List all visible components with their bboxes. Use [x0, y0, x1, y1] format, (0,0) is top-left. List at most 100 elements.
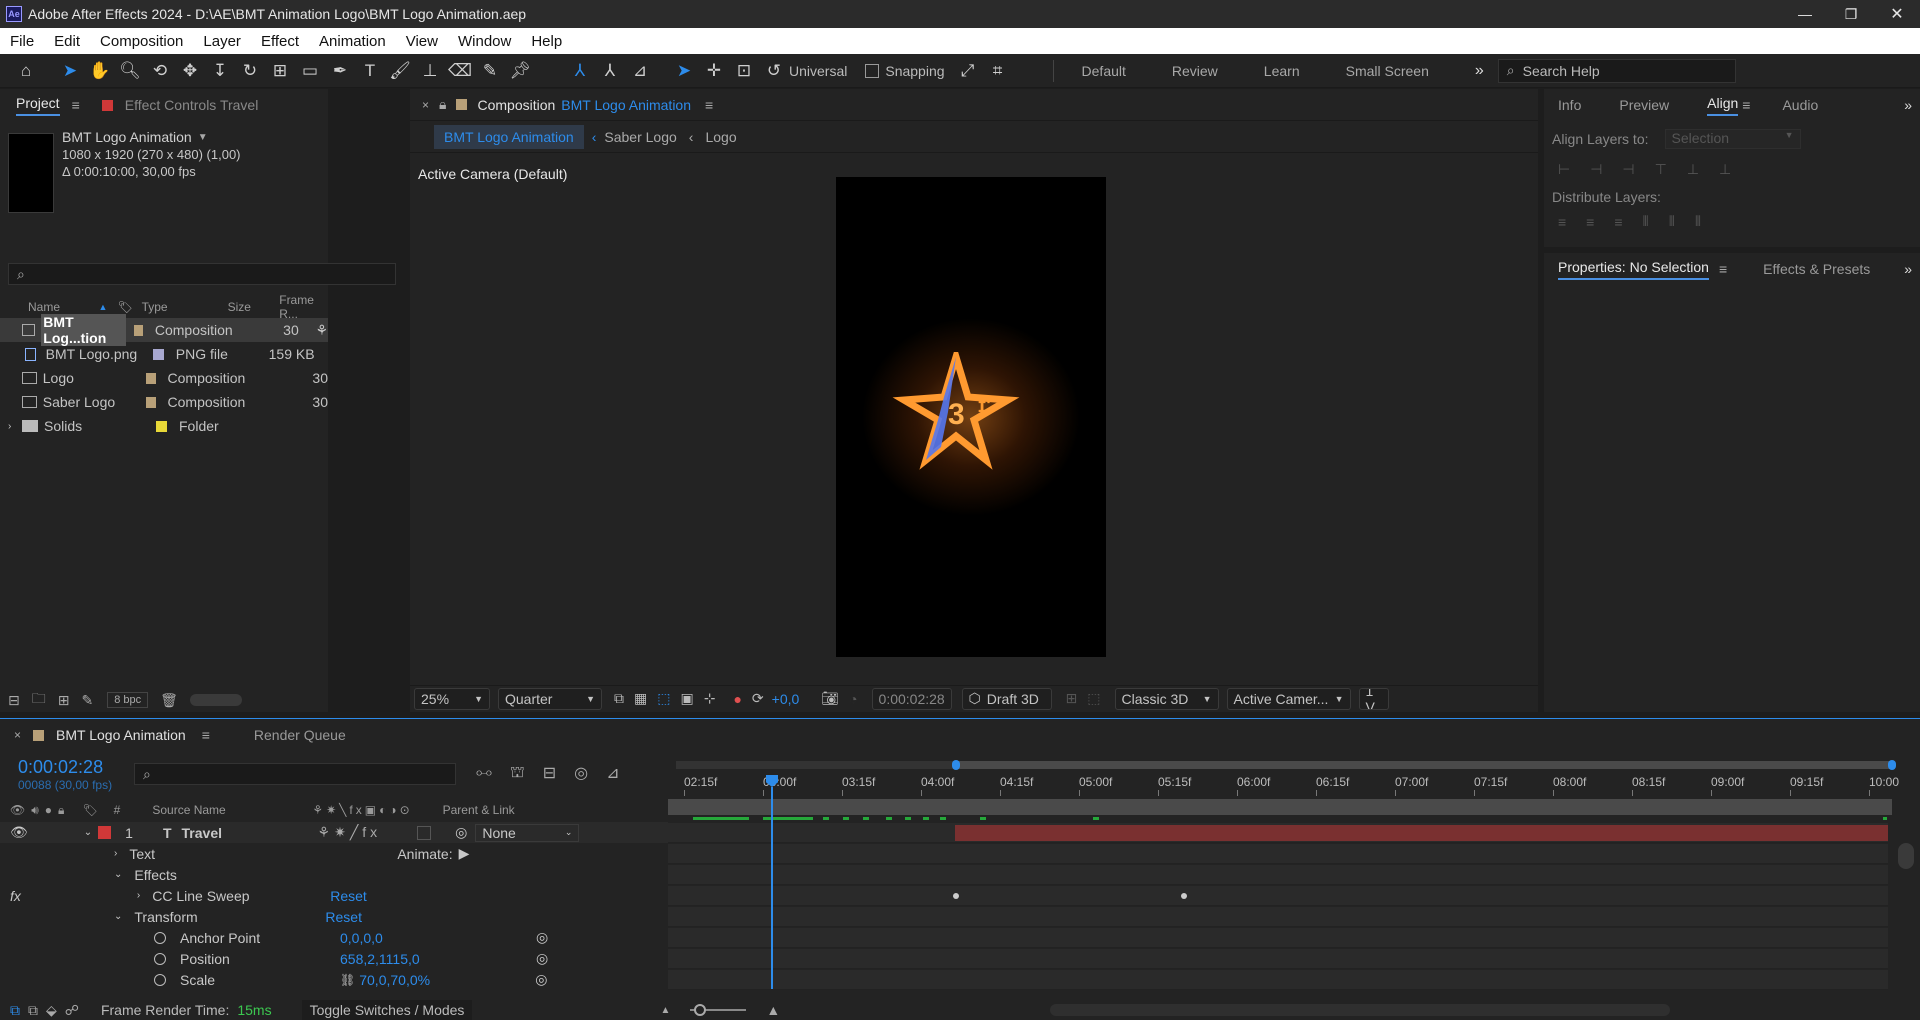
breadcrumb-bmt-logo-animation[interactable]: BMT Logo Animation [434, 124, 584, 149]
layer-button-icon[interactable]: ⧉ [28, 1002, 38, 1019]
work-area-bar[interactable] [954, 761, 1892, 769]
tab-effect-controls[interactable]: Effect Controls Travel [125, 97, 259, 113]
project-scrollbar[interactable] [189, 694, 242, 706]
home-icon[interactable]: ⌂ [14, 59, 38, 83]
menu-view[interactable]: View [406, 33, 438, 50]
new-composition-icon[interactable]: ⊞ [58, 692, 70, 709]
fast-previews-icon[interactable]: ⧉ [614, 690, 624, 707]
keyframe[interactable] [1181, 893, 1187, 899]
3d-select-icon[interactable]: ➤ [672, 59, 696, 83]
zoom-in-icon[interactable]: ▲ [766, 1002, 780, 1018]
local-axis-icon[interactable]: ⅄ [568, 59, 592, 83]
dist-left-icon[interactable]: ⦀ [1643, 213, 1649, 230]
playhead[interactable] [766, 775, 778, 989]
zoom-tool-icon[interactable]: 🔍︎ [118, 59, 142, 83]
menu-edit[interactable]: Edit [54, 33, 80, 50]
interpret-footage-icon[interactable]: ⊟ [8, 692, 20, 709]
prop-chevron-icon[interactable]: ⌄ [114, 869, 122, 880]
ground-plane-icon[interactable]: ⊞ [1066, 690, 1078, 707]
tab-preview[interactable]: Preview [1619, 97, 1669, 113]
prop-text[interactable]: › Text Animate: ▶ [0, 843, 668, 864]
comp-flowchart-icon[interactable]: ⧟ [476, 764, 492, 782]
extended-viewer-icon[interactable]: ⬚ [1087, 690, 1100, 707]
roto-brush-tool-icon[interactable]: ✎ [478, 59, 502, 83]
col-source-name[interactable]: Source Name [152, 803, 312, 817]
reset-link[interactable]: Reset [325, 909, 362, 925]
3d-view-select[interactable]: Active Camer... ▼ [1226, 687, 1351, 710]
align-right-icon[interactable]: ⊣ [1622, 161, 1634, 178]
dist-top-icon[interactable]: ≡ [1558, 214, 1566, 230]
timeline-timecode[interactable]: 0:00:02:28 [18, 757, 112, 778]
magnification-select[interactable]: 25% ▼ [414, 687, 490, 710]
project-menu-icon[interactable]: ≡ [72, 97, 80, 113]
prop-value[interactable]: 0,0,0,0 [340, 930, 536, 946]
pickwhip-icon[interactable]: ◎ [455, 824, 467, 841]
region-of-interest-icon[interactable]: ▣ [680, 690, 693, 707]
rectangle-tool-icon[interactable]: ▭ [298, 59, 322, 83]
breadcrumb-saber-logo[interactable]: Saber Logo [604, 129, 676, 145]
new-folder-icon[interactable]: 🗀 [32, 688, 46, 712]
project-comp-name[interactable]: BMT Logo Animation [62, 129, 192, 146]
pan-tool-icon[interactable]: ✥ [178, 59, 202, 83]
menu-composition[interactable]: Composition [100, 33, 183, 50]
parent-select[interactable]: None ⌄ [475, 823, 580, 842]
pen-tool-icon[interactable]: ✒ [328, 59, 352, 83]
expand-chevron-icon[interactable]: › [8, 421, 22, 432]
expression-icon[interactable]: ◎ [536, 929, 548, 946]
dist-bottom-icon[interactable]: ≡ [1614, 214, 1622, 230]
tab-properties[interactable]: Properties: No Selection [1558, 259, 1709, 280]
navigator-handle-end[interactable] [1888, 760, 1896, 770]
mask-visibility-icon[interactable]: ⬚ [657, 690, 670, 707]
align-vcenter-icon[interactable]: ⊥ [1687, 161, 1699, 178]
stopwatch-icon[interactable] [154, 973, 166, 986]
graph-editor-icon[interactable]: ⊿ [606, 763, 619, 783]
view-layout-select[interactable]: 1 V [1358, 687, 1389, 710]
layer-expand-chevron-icon[interactable]: ⌄ [84, 827, 92, 838]
menu-layer[interactable]: Layer [203, 33, 241, 50]
bpc-badge[interactable]: 8 bpc [107, 692, 149, 708]
3d-rotate-icon[interactable]: ↺ [762, 59, 786, 83]
exposure-value[interactable]: +0,0 [772, 691, 800, 707]
expression-icon[interactable]: ◎ [535, 971, 547, 988]
fx-icon[interactable]: fx [10, 888, 21, 904]
render-queue-tab[interactable]: Render Queue [254, 727, 346, 743]
snapping-checkbox[interactable] [865, 63, 880, 78]
dist-right-icon[interactable]: ⦀ [1695, 213, 1701, 230]
tab-audio[interactable]: Audio [1782, 97, 1818, 113]
prop-value[interactable]: 658,2,1115,0 [340, 951, 536, 967]
view-axis-icon[interactable]: ⊿ [628, 59, 652, 83]
prop-position[interactable]: Position 658,2,1115,0 ◎ [0, 948, 668, 969]
col-size[interactable]: Size [228, 300, 280, 314]
comp-button-icon[interactable]: ⧉ [10, 1002, 20, 1019]
expression-icon[interactable]: ◎ [536, 950, 548, 967]
keyframe[interactable] [953, 893, 959, 899]
align-hcenter-icon[interactable]: ⊣ [1590, 161, 1602, 178]
comp-viewer-canvas[interactable]: 3 ɪ' [836, 177, 1106, 657]
horizontal-scrollbar[interactable] [1050, 1004, 1671, 1016]
project-item[interactable]: BMT Logo.png PNG file 159 KB [0, 342, 328, 366]
color-channels-icon[interactable]: ● [733, 691, 741, 707]
project-item[interactable]: BMT Log...tion Composition 30 ⚘ [0, 314, 328, 346]
type-tool-icon[interactable]: T [358, 59, 382, 83]
flowchart-icon[interactable]: ⚘ [315, 322, 328, 339]
comp-dropdown-icon[interactable]: ▼ [198, 129, 208, 146]
workspace-small-screen[interactable]: Small Screen [1346, 63, 1429, 79]
breadcrumb-logo[interactable]: Logo [705, 129, 736, 145]
selection-tool-icon[interactable]: ➤ [58, 59, 82, 83]
motion-blur-box[interactable] [417, 825, 432, 840]
timeline-scrollbar[interactable] [1898, 843, 1914, 869]
label-col-icon[interactable]: 🏷︎ [117, 300, 141, 314]
reset-exposure-icon[interactable]: ⟳ [752, 690, 764, 707]
zoom-slider[interactable] [690, 1004, 747, 1016]
workspace-default[interactable]: Default [1082, 63, 1126, 79]
pan-behind-tool-icon[interactable]: ⊞ [268, 59, 292, 83]
renderer-select[interactable]: Classic 3D ▼ [1114, 687, 1219, 710]
zoom-out-icon[interactable]: ▲ [660, 1005, 670, 1016]
3d-scale-icon[interactable]: ⊡ [732, 59, 756, 83]
close-timeline-icon[interactable]: × [14, 728, 21, 742]
tab-info[interactable]: Info [1558, 97, 1581, 113]
solo-switch-icon[interactable]: ● [45, 803, 52, 817]
col-name[interactable]: Name [28, 300, 99, 314]
minimize-icon[interactable]: — [1782, 6, 1828, 22]
snapshot-icon[interactable]: 📷︎ [821, 690, 839, 707]
